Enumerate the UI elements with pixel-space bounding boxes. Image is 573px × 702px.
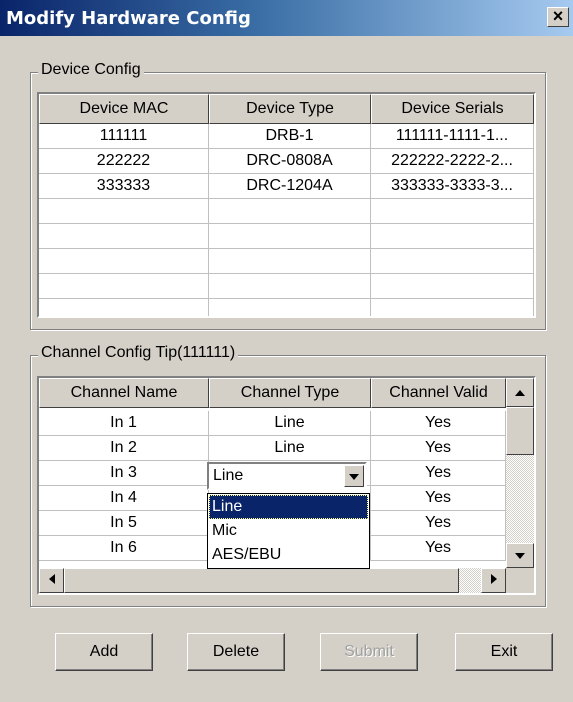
empty-cell [209,249,371,274]
scroll-right-button[interactable] [481,568,506,593]
table-row[interactable]: In 1 Line Yes [39,411,506,436]
channel-name-cell: In 4 [39,486,209,511]
right-arrow-icon [490,574,497,584]
down-arrow-icon [515,553,525,559]
combo-dropdown-button[interactable] [344,465,364,487]
empty-cell [209,274,371,299]
channel-config-label: Channel Config Tip(111111) [38,344,239,362]
empty-cell [371,224,534,249]
combo-value: Line [213,467,244,484]
channel-type-cell[interactable]: Line [209,436,371,461]
close-icon: × [552,6,564,26]
channel-type-dropdown-list[interactable]: Line Mic AES/EBU [207,493,370,569]
left-arrow-icon [48,574,55,584]
exit-button[interactable]: Exit [455,633,553,671]
title-bar[interactable]: Modify Hardware Config × [0,0,573,36]
table-row[interactable]: In 2 Line Yes [39,436,506,461]
close-button[interactable]: × [547,7,569,27]
device-table[interactable]: Device MAC Device Type Device Serials 11… [37,92,536,318]
empty-cell [39,224,209,249]
column-header-channel-valid[interactable]: Channel Valid [371,378,506,408]
delete-button[interactable]: Delete [187,633,285,671]
device-mac-cell: 333333 [39,174,209,199]
empty-cell [39,274,209,299]
device-mac-cell: 222222 [39,149,209,174]
device-serials-cell: 111111-1111-1... [371,124,534,149]
device-mac-cell: 111111 [39,124,209,149]
horizontal-scroll-track[interactable] [459,568,481,593]
channel-name-cell: In 1 [39,411,209,436]
column-header-device-type[interactable]: Device Type [209,94,371,124]
empty-cell [39,249,209,274]
channel-valid-cell: Yes [371,461,506,486]
column-header-channel-type[interactable]: Channel Type [209,378,371,408]
column-header-channel-name[interactable]: Channel Name [39,378,209,408]
empty-row[interactable] [39,199,534,224]
table-row[interactable]: 333333 DRC-1204A 333333-3333-3... [39,174,534,199]
scroll-down-button[interactable] [506,543,534,568]
scroll-left-button[interactable] [39,568,64,593]
channel-name-cell: In 3 [39,461,209,486]
column-header-device-mac[interactable]: Device MAC [39,94,209,124]
channel-type-combo[interactable]: Line [207,462,367,490]
empty-cell [39,299,209,316]
empty-cell [39,199,209,224]
chevron-down-icon [349,474,359,480]
channel-name-cell: In 2 [39,436,209,461]
device-serials-cell: 333333-3333-3... [371,174,534,199]
table-row[interactable]: 111111 DRB-1 111111-1111-1... [39,124,534,149]
empty-row[interactable] [39,299,534,316]
channel-valid-cell: Yes [371,436,506,461]
empty-cell [371,249,534,274]
device-type-cell: DRC-0808A [209,149,371,174]
empty-cell [209,299,371,316]
dropdown-option-line[interactable]: Line [209,495,368,519]
channel-name-cell: In 5 [39,511,209,536]
channel-type-cell[interactable]: Line [209,411,371,436]
table-row[interactable]: 222222 DRC-0808A 222222-2222-2... [39,149,534,174]
dropdown-option-aes-ebu[interactable]: AES/EBU [209,543,368,567]
empty-row[interactable] [39,249,534,274]
dropdown-option-mic[interactable]: Mic [209,519,368,543]
window-title: Modify Hardware Config [6,8,251,29]
submit-button[interactable]: Submit [320,633,418,671]
channel-valid-cell: Yes [371,486,506,511]
empty-cell [371,274,534,299]
device-type-cell: DRB-1 [209,124,371,149]
empty-cell [371,299,534,316]
vertical-scroll-thumb[interactable] [506,407,534,455]
empty-row[interactable] [39,274,534,299]
empty-cell [371,199,534,224]
device-config-label: Device Config [38,61,144,79]
device-serials-cell: 222222-2222-2... [371,149,534,174]
empty-cell [209,224,371,249]
scroll-up-button[interactable] [506,378,534,407]
channel-valid-cell: Yes [371,536,506,561]
channel-name-cell: In 6 [39,536,209,561]
empty-cell [209,199,371,224]
channel-valid-cell: Yes [371,411,506,436]
up-arrow-icon [515,390,525,396]
empty-row[interactable] [39,224,534,249]
add-button[interactable]: Add [55,633,153,671]
column-header-device-serials[interactable]: Device Serials [371,94,534,124]
horizontal-scroll-thumb[interactable] [64,568,459,593]
scroll-corner [506,568,534,593]
device-type-cell: DRC-1204A [209,174,371,199]
channel-valid-cell: Yes [371,511,506,536]
